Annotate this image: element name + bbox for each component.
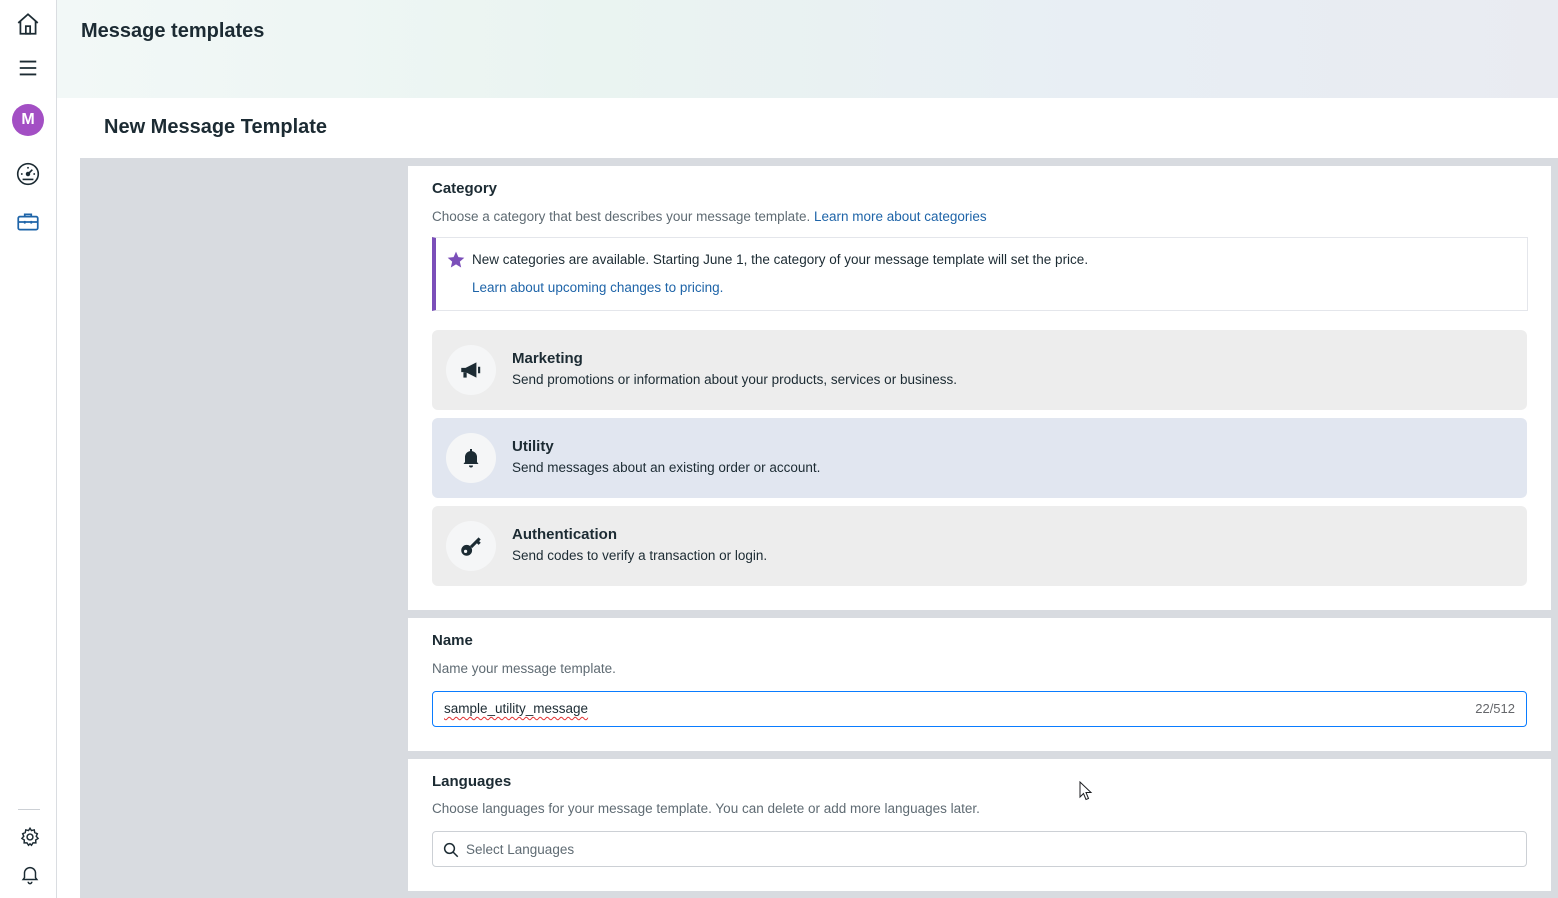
template-title: New Message Template <box>104 116 328 138</box>
template-name-value: sample_utility_message <box>444 701 589 716</box>
briefcase-icon[interactable] <box>10 204 46 240</box>
template-title-bar: New Message Template <box>80 98 1558 158</box>
pricing-notice: New categories are available. Starting J… <box>432 237 1528 311</box>
category-description: Choose a category that best describes yo… <box>432 209 987 224</box>
left-rail: M <box>0 0 57 898</box>
category-description-text: Choose a category that best describes yo… <box>432 209 811 224</box>
speedometer-icon[interactable] <box>10 156 46 192</box>
option-description: Send codes to verify a transaction or lo… <box>512 548 768 563</box>
category-option-authentication[interactable]: Authentication Send codes to verify a tr… <box>432 506 1527 586</box>
notice-text: New categories are available. Starting J… <box>472 252 1089 267</box>
settings-icon[interactable] <box>12 819 48 855</box>
category-title: Category <box>432 180 498 197</box>
option-name: Utility <box>512 438 554 455</box>
megaphone-icon <box>446 345 496 395</box>
page-title: Message templates <box>81 20 265 42</box>
learn-more-categories-link[interactable]: Learn more about categories <box>814 209 987 224</box>
bell-icon[interactable] <box>12 856 48 892</box>
search-icon <box>443 842 459 858</box>
category-option-utility[interactable]: Utility Send messages about an existing … <box>432 418 1527 498</box>
name-card: Name Name your message template. sample_… <box>408 618 1551 751</box>
page-header: Message templates <box>57 0 1558 98</box>
category-option-marketing[interactable]: Marketing Send promotions or information… <box>432 330 1527 410</box>
option-description: Send promotions or information about you… <box>512 372 957 387</box>
option-name: Marketing <box>512 350 583 367</box>
name-description: Name your message template. <box>432 661 616 676</box>
name-title: Name <box>432 632 473 649</box>
key-icon <box>446 521 496 571</box>
character-counter: 22/512 <box>1475 701 1515 716</box>
avatar[interactable]: M <box>10 102 46 138</box>
rail-divider <box>18 809 40 810</box>
languages-description: Choose languages for your message templa… <box>432 801 980 816</box>
category-card: Category Choose a category that best des… <box>408 166 1551 610</box>
template-name-input[interactable]: sample_utility_message 22/512 <box>432 691 1527 727</box>
pricing-changes-link[interactable]: Learn about upcoming changes to pricing. <box>472 280 723 295</box>
option-description: Send messages about an existing order or… <box>512 460 821 475</box>
menu-icon[interactable] <box>10 50 46 86</box>
star-icon <box>447 251 465 268</box>
languages-search-input[interactable]: Select Languages <box>432 831 1527 867</box>
option-name: Authentication <box>512 526 617 543</box>
home-icon[interactable] <box>10 6 46 42</box>
languages-title: Languages <box>432 773 512 790</box>
avatar-letter: M <box>12 104 44 136</box>
languages-card: Languages Choose languages for your mess… <box>408 759 1551 891</box>
languages-placeholder: Select Languages <box>466 842 575 857</box>
mouse-cursor-icon <box>1079 781 1093 801</box>
bell-icon <box>446 433 496 483</box>
